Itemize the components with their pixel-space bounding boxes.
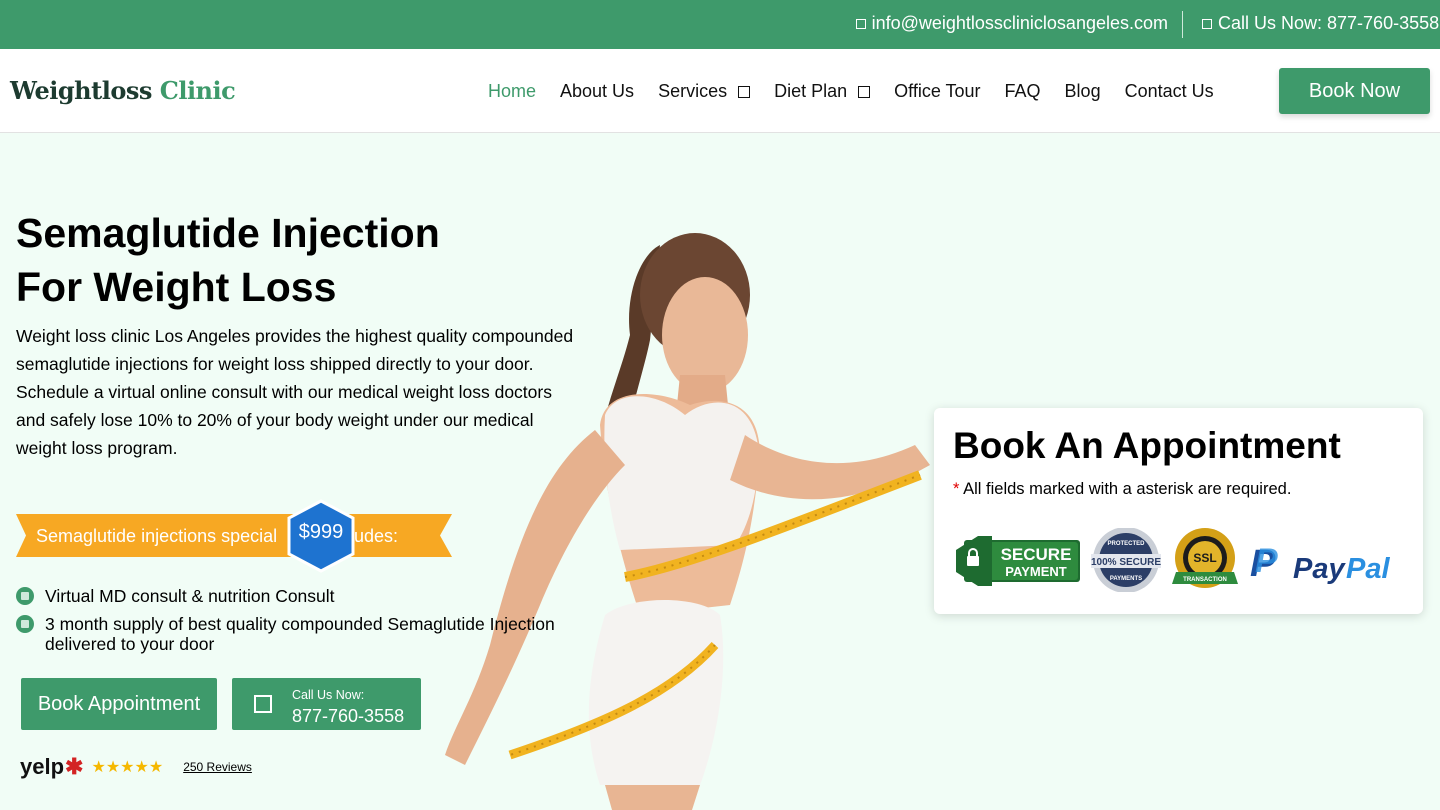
nav-label-office-tour: Office Tour [894,81,981,101]
nav-label-blog: Blog [1064,81,1101,101]
appointment-title: Book An Appointment [953,425,1341,466]
secure-payment-badge-icon: SECURE PAYMENT [956,536,1080,586]
hero-description: Weight loss clinic Los Angeles provides … [16,322,576,462]
paypal-logo-icon: P P Pay Pal [1250,542,1390,585]
seal-line1: PROTECTED [1107,541,1145,547]
nav-label-about-us: About Us [560,81,635,101]
yelp-logo[interactable]: yelp ✱ [20,754,83,780]
star-rating-icon: ★★★★★ [91,759,164,776]
topbar-email[interactable]: info@weightlossclinicl​osangeles.com [855,13,1168,34]
reviews-link[interactable]: 250 Reviews [183,760,252,774]
required-note: * All fields marked with a asterisk are … [953,480,1291,499]
hero-desc-paragraph-1: Weight loss clinic Los Angeles provides … [16,326,574,374]
phone-icon [1202,18,1212,29]
ribbon-text: Semaglutide injections special [36,526,278,546]
top-bar: info@weightlossclinicl​osangeles.com Cal… [0,0,1440,49]
nav-item-blog[interactable]: Blog [1065,81,1101,102]
yelp-burst-icon: ✱ [65,754,84,779]
svg-text:P: P [1255,542,1278,580]
paypal-word-pal: Pal [1346,553,1390,585]
paypal-word-pay: Pay [1293,553,1346,585]
yelp-rating: yelp ✱ ★★★★★ 250 Reviews [20,754,252,780]
logo-word-weightloss: Weightloss [10,76,152,105]
hero-desc-paragraph-2: Schedule a virtual online consult with o… [16,382,552,458]
required-note-text: All fields marked with a asterisk are re… [963,480,1292,498]
appointment-card: Book An Appointment * All fields marked … [934,408,1423,614]
ribbon-suffix: udes: [354,526,399,546]
chevron-down-icon [858,85,871,98]
nav-label-diet-plan: Diet Plan [774,81,848,101]
nav-item-diet-plan[interactable]: Diet Plan [774,81,871,102]
ssl-line2: TRANSACTION [1183,577,1227,583]
logo-word-clinic: Clinic [159,76,236,105]
main-nav: Home About Us Services Diet Plan Office … [488,81,1238,102]
check-icon [16,615,34,633]
seal-line3: PAYMENTS [1110,576,1142,582]
nav-item-contact-us[interactable]: Contact Us [1125,81,1214,102]
price-text: $999 [298,521,344,543]
price-badge: $999 [287,499,355,573]
email-icon [855,18,866,29]
topbar-phone[interactable]: Call Us Now: 877-760-3558 [1202,13,1439,34]
ssl-line1: SSL [1193,551,1216,565]
feature-text: Virtual MD consult & nutrition Consult [45,586,335,606]
book-now-button[interactable]: Book Now [1279,68,1430,114]
hero-title: Semaglutide Injection For Weight Loss [16,206,536,314]
call-us-button[interactable]: Call Us Now: 877-760-3558 [232,678,421,730]
seal-line2: 100% SECURE [1091,557,1161,568]
secure-badge-line1: SECURE [1001,545,1072,564]
nav-label-contact-us: Contact Us [1124,81,1214,101]
list-item: 3 month supply of best quality compounde… [16,614,586,654]
phone-icon [254,695,272,713]
chevron-down-icon [738,85,751,98]
asterisk: * [953,480,960,498]
hero-title-line1: Semaglutide Injection [16,210,440,256]
hero-title-line2: For Weight Loss [16,264,337,310]
nav-item-about-us[interactable]: About Us [560,81,634,102]
check-icon [16,587,34,605]
secure-badge-line2: PAYMENT [1005,564,1066,579]
call-label: Call Us Now: [292,688,365,702]
nav-item-faq[interactable]: FAQ [1005,81,1041,102]
yelp-logo-text: yelp [20,754,65,779]
secure-seal-icon: PROTECTED 100% SECURE PAYMENTS [1091,528,1161,592]
site-header: Weightloss Clinic Home About Us Services… [0,49,1440,133]
ssl-badge-icon: SSL TRANSACTION [1172,528,1238,588]
call-number: 877-760-3558 [292,706,405,726]
site-logo[interactable]: Weightloss Clinic [10,76,236,105]
nav-label-home: Home [488,81,537,101]
payment-badges: SECURE PAYMENT PROTECTED 100% SECURE PAY… [956,528,1390,592]
nav-item-home[interactable]: Home [488,81,536,102]
nav-item-services[interactable]: Services [658,81,751,102]
book-appointment-button[interactable]: Book Appointment [21,678,217,730]
nav-label-faq: FAQ [1004,81,1041,101]
nav-label-services: Services [658,81,728,101]
topbar-email-text: info@weightlossclinicl​osangeles.com [871,13,1168,33]
list-item: Virtual MD consult & nutrition Consult [16,586,586,606]
topbar-phone-text: Call Us Now: 877-760-3558 [1218,13,1440,33]
topbar-divider [1182,11,1183,38]
feature-text: 3 month supply of best quality compounde… [45,614,555,654]
features-list: Virtual MD consult & nutrition Consult 3… [16,586,586,662]
nav-item-office-tour[interactable]: Office Tour [894,81,980,102]
special-offer-ribbon: Semaglutide injections special udes: [16,514,452,557]
